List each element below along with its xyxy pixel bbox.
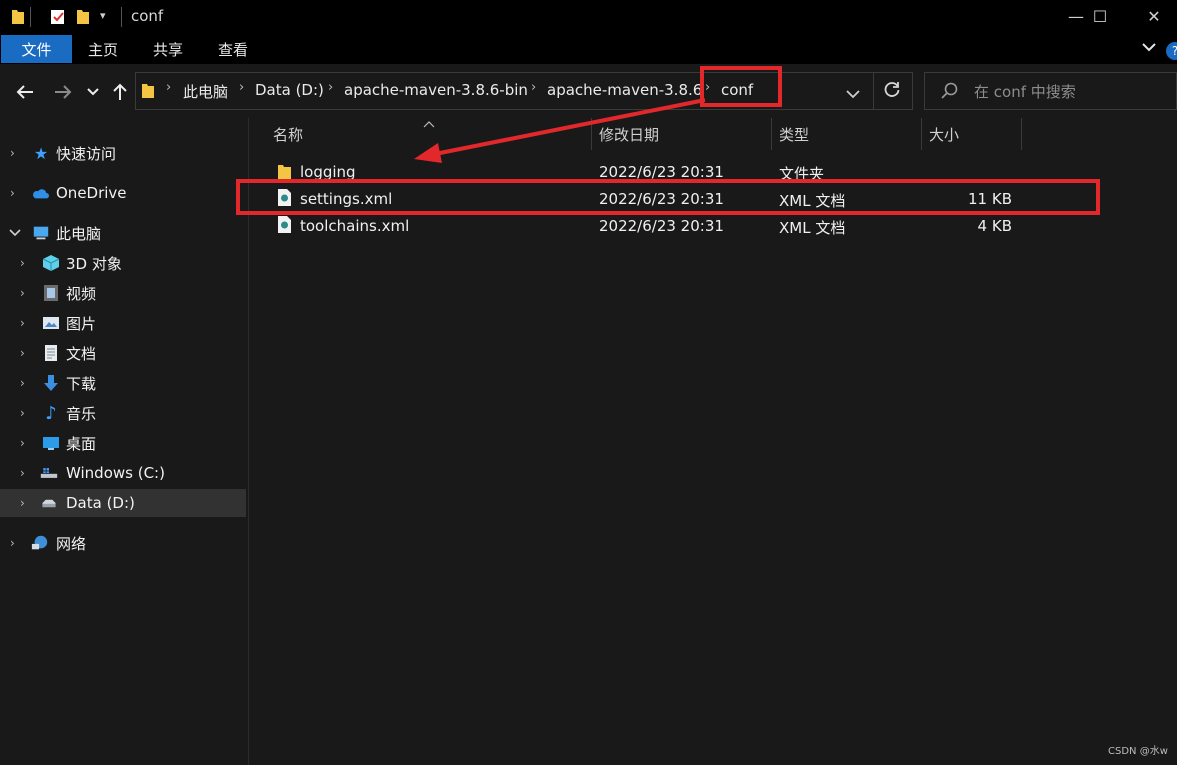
file-date: 2022/6/23 20:31	[599, 217, 724, 235]
nav-item-onedrive[interactable]: › OneDrive	[0, 179, 246, 207]
nav-item-pictures[interactable]: › 图片	[0, 309, 246, 337]
search-placeholder[interactable]: 在 conf 中搜索	[974, 81, 1076, 102]
breadcrumb-data-d[interactable]: Data (D:)	[255, 81, 324, 99]
file-name[interactable]: toolchains.xml	[300, 217, 409, 235]
picture-icon	[42, 314, 60, 332]
breadcrumb-chevron-icon[interactable]: ›	[328, 80, 333, 95]
nav-label: 视频	[66, 284, 97, 303]
network-icon	[31, 534, 49, 552]
expand-chevron-icon[interactable]: ›	[20, 466, 25, 480]
expand-chevron-icon[interactable]: ›	[20, 316, 25, 330]
file-size: 4 KB	[977, 217, 1012, 235]
nav-label: 此电脑	[56, 224, 102, 243]
nav-label: Data (D:)	[66, 494, 135, 512]
back-button[interactable]	[11, 78, 39, 106]
film-icon	[42, 284, 60, 302]
nav-item-documents[interactable]: › 文档	[0, 339, 246, 367]
nav-item-data-d[interactable]: › Data (D:)	[0, 489, 246, 517]
expand-chevron-icon[interactable]: ›	[10, 186, 15, 200]
expand-chevron-icon[interactable]: ›	[20, 346, 25, 360]
nav-item-this-pc[interactable]: 此电脑	[0, 219, 246, 247]
nav-label: 音乐	[66, 404, 97, 423]
download-icon	[42, 374, 60, 392]
new-folder-icon[interactable]	[76, 8, 90, 25]
tab-home[interactable]: 主页	[72, 35, 134, 63]
expand-chevron-icon[interactable]: ›	[20, 496, 25, 510]
nav-label: 下载	[66, 374, 97, 393]
refresh-icon[interactable]	[883, 81, 901, 103]
cube-icon	[42, 254, 60, 272]
title-bar	[0, 0, 1177, 35]
maximize-button[interactable]: ☐	[1077, 0, 1123, 32]
nav-item-downloads[interactable]: › 下载	[0, 369, 246, 397]
xml-file-icon	[277, 215, 292, 234]
document-icon	[42, 344, 60, 362]
nav-label: 图片	[66, 314, 97, 333]
properties-icon[interactable]	[50, 8, 66, 25]
breadcrumb-chevron-icon[interactable]: ›	[239, 80, 244, 95]
expand-chevron-icon[interactable]: ›	[20, 436, 25, 450]
computer-icon	[32, 224, 50, 242]
tab-view[interactable]: 查看	[202, 35, 264, 63]
title-separator	[30, 7, 31, 27]
nav-label: 文档	[66, 344, 97, 363]
nav-label: 桌面	[66, 434, 97, 453]
quick-access-dropdown-icon[interactable]: ▾	[100, 9, 106, 22]
title-separator-2	[121, 7, 122, 27]
address-divider	[873, 72, 874, 110]
expand-chevron-icon[interactable]: ›	[10, 146, 15, 160]
nav-item-videos[interactable]: › 视频	[0, 279, 246, 307]
address-history-dropdown-icon[interactable]	[846, 85, 860, 103]
expand-chevron-icon[interactable]: ›	[10, 536, 15, 550]
folder-icon	[277, 162, 292, 180]
nav-item-network[interactable]: › 网络	[0, 529, 246, 557]
breadcrumb-this-pc[interactable]: 此电脑	[183, 81, 228, 102]
nav-item-quick-access[interactable]: › ★ 快速访问	[0, 139, 246, 167]
nav-item-music[interactable]: › ♪ 音乐	[0, 399, 246, 427]
expand-chevron-icon[interactable]: ›	[20, 376, 25, 390]
expand-chevron-icon[interactable]: ›	[20, 286, 25, 300]
desktop-icon	[42, 434, 60, 452]
tab-file[interactable]: 文件	[1, 35, 72, 63]
file-type: XML 文档	[779, 219, 846, 237]
column-header-type[interactable]: 类型	[779, 118, 809, 150]
nav-label: Windows (C:)	[66, 464, 165, 482]
breadcrumb-chevron-icon[interactable]: ›	[166, 80, 171, 95]
nav-item-windows-c[interactable]: › Windows (C:)	[0, 459, 246, 487]
breadcrumb-chevron-icon[interactable]: ›	[531, 80, 536, 95]
settings-highlight-box	[236, 179, 1100, 215]
column-divider[interactable]	[921, 118, 922, 150]
music-icon: ♪	[45, 402, 57, 424]
close-button[interactable]: ✕	[1131, 0, 1177, 32]
search-icon	[941, 82, 959, 104]
address-folder-icon	[141, 82, 155, 99]
ribbon-expand-chevron-icon[interactable]	[1141, 39, 1157, 59]
window-title: conf	[131, 7, 164, 25]
nav-item-desktop[interactable]: › 桌面	[0, 429, 246, 457]
expand-chevron-icon[interactable]: ›	[20, 406, 25, 420]
nav-label: OneDrive	[56, 184, 127, 202]
column-divider[interactable]	[771, 118, 772, 150]
star-icon: ★	[33, 143, 49, 163]
watermark: CSDN @水w	[1108, 746, 1168, 757]
nav-item-3d-objects[interactable]: › 3D 对象	[0, 249, 246, 277]
help-icon[interactable]: ?	[1166, 42, 1177, 60]
nav-label: 3D 对象	[66, 254, 122, 273]
drive-icon	[40, 464, 58, 482]
collapse-chevron-icon[interactable]	[9, 226, 21, 240]
drive-icon	[40, 494, 58, 512]
folder-icon	[11, 8, 25, 25]
expand-chevron-icon[interactable]: ›	[20, 256, 25, 270]
nav-label: 快速访问	[56, 144, 117, 163]
recent-locations-button[interactable]	[80, 78, 106, 106]
nav-label: 网络	[56, 534, 87, 553]
column-header-size[interactable]: 大小	[929, 118, 959, 150]
tab-share[interactable]: 共享	[137, 35, 199, 63]
column-divider[interactable]	[1021, 118, 1022, 150]
up-button[interactable]	[106, 78, 134, 106]
cloud-icon	[31, 184, 49, 202]
forward-button[interactable]	[49, 78, 77, 106]
column-header-name[interactable]: 名称	[273, 118, 303, 150]
annotation-arrow	[414, 98, 706, 163]
